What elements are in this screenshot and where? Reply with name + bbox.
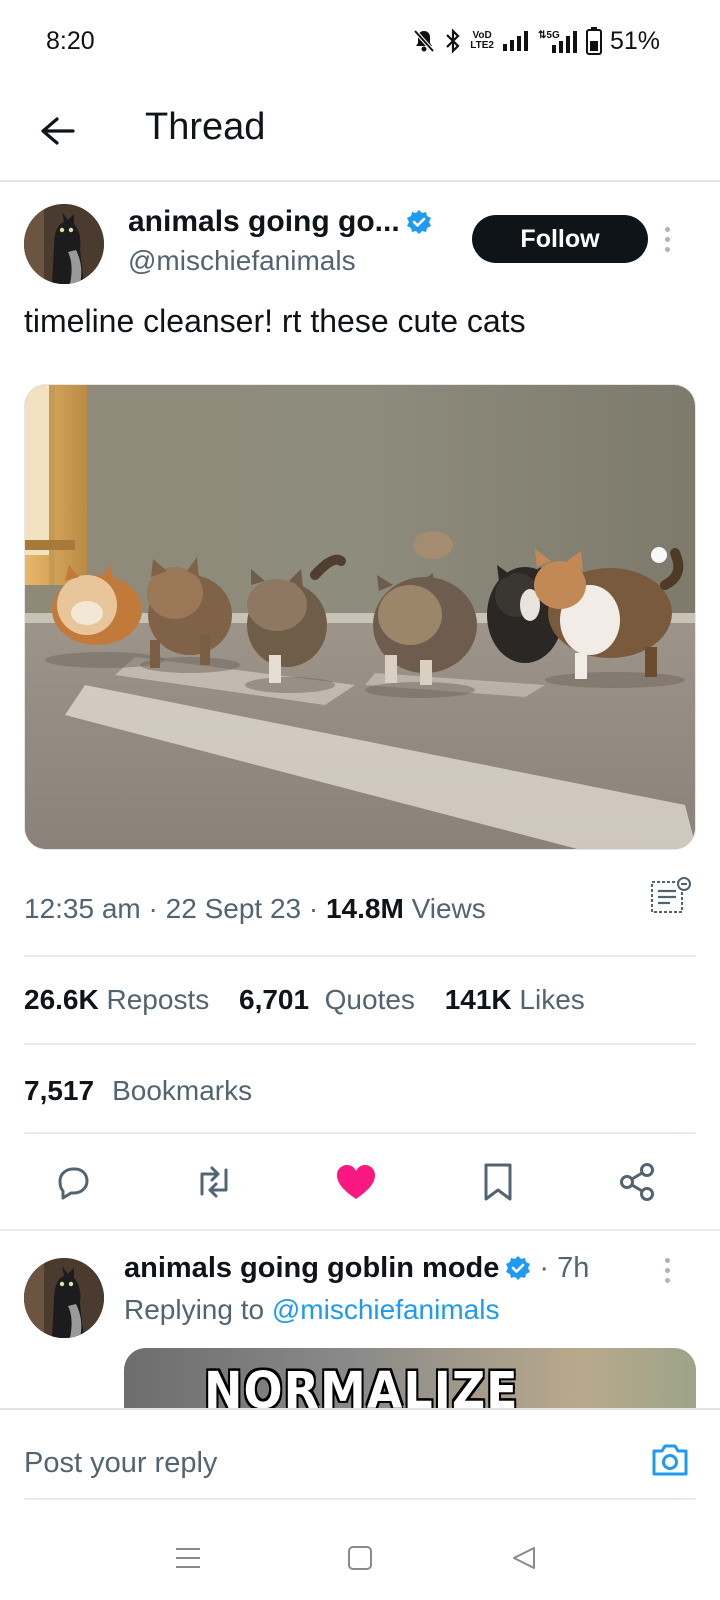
author-name-text: animals going go... <box>128 205 400 238</box>
reposts-label: Reposts <box>106 984 210 1015</box>
menu-icon <box>176 1548 200 1568</box>
signal-icon <box>502 30 530 52</box>
back-button[interactable] <box>32 106 82 156</box>
status-icons: VoD LTE2 ⇅5G 51% <box>412 24 660 58</box>
mute-bell-icon <box>412 28 436 54</box>
likes-count: 141K <box>444 984 512 1015</box>
svg-text:⇅5G: ⇅5G <box>538 30 560 41</box>
reply-time: · 7h <box>539 1252 590 1284</box>
more-dot <box>664 1267 670 1273</box>
post-image[interactable] <box>24 384 696 850</box>
5g-signal-icon: ⇅5G <box>538 28 578 54</box>
views-count: 14.8M <box>325 893 404 924</box>
bluetooth-icon <box>444 28 462 54</box>
quotes-stat[interactable]: 6,701 Quotes <box>239 984 415 1015</box>
author-avatar[interactable] <box>24 204 104 284</box>
divider <box>24 1043 696 1045</box>
thread-separator <box>0 1229 720 1231</box>
repost-button[interactable] <box>190 1158 238 1206</box>
nav-home-button[interactable] <box>340 1538 380 1578</box>
more-dot <box>664 1257 670 1263</box>
camera-button[interactable] <box>650 1442 690 1483</box>
divider <box>24 955 696 957</box>
reply-more-button[interactable] <box>652 1250 682 1290</box>
quotes-label: Quotes <box>324 984 415 1015</box>
bookmarks-count: 7,517 <box>24 1075 95 1106</box>
arrow-left-icon <box>41 117 75 145</box>
battery-percent: 51% <box>609 26 660 55</box>
reply-author-name[interactable]: animals going goblin mode · 7h <box>124 1252 589 1289</box>
nav-menu-button[interactable] <box>168 1538 208 1578</box>
repost-icon <box>200 1166 228 1198</box>
divider <box>24 1132 696 1134</box>
more-dot <box>664 236 670 242</box>
reply-button[interactable] <box>48 1158 96 1206</box>
page-title: Thread <box>145 106 266 148</box>
author-handle[interactable]: @mischiefanimals <box>128 245 356 277</box>
post-stats: 26.6K Reposts 6,701 Quotes 141K Likes <box>24 984 607 1016</box>
views-label: Views <box>411 893 486 924</box>
bookmark-button[interactable] <box>474 1158 522 1206</box>
volte-icon: VoD LTE2 <box>470 31 494 51</box>
nav-back-button[interactable] <box>504 1538 544 1578</box>
reply-input[interactable] <box>24 1438 604 1488</box>
reply-media[interactable]: NORMALIZE BEING A <box>124 1348 696 1408</box>
reply-time-value: 7h <box>557 1252 590 1284</box>
camera-icon <box>652 1444 688 1476</box>
more-dot <box>664 1277 670 1283</box>
verified-badge-icon <box>406 209 432 243</box>
reposts-count: 26.6K <box>24 984 99 1015</box>
verified-badge-icon <box>505 1255 531 1289</box>
reposts-stat[interactable]: 26.6K Reposts <box>24 984 209 1015</box>
bookmark-icon <box>484 1163 512 1201</box>
analytics-icon <box>651 877 691 913</box>
reply-icon <box>58 1167 89 1200</box>
likes-label: Likes <box>519 984 585 1015</box>
post-time: 12:35 am <box>24 893 141 924</box>
more-dot <box>664 226 670 232</box>
status-time: 8:20 <box>46 27 95 55</box>
post-date: 22 Sept 23 <box>165 893 302 924</box>
post-analytics-button[interactable] <box>650 876 694 925</box>
replying-prefix: Replying to <box>124 1294 265 1325</box>
home-square-icon <box>348 1546 372 1570</box>
volte-bottom-label: LTE2 <box>470 40 494 51</box>
bookmarks-stat[interactable]: 7,517 Bookmarks <box>24 1075 252 1107</box>
reply-author-avatar[interactable] <box>24 1258 104 1338</box>
share-button[interactable] <box>614 1158 662 1206</box>
battery-icon <box>585 27 602 55</box>
back-triangle-icon <box>513 1547 535 1569</box>
like-icon <box>337 1165 375 1199</box>
quotes-count: 6,701 <box>239 984 310 1015</box>
post-more-button[interactable] <box>652 219 682 259</box>
likes-stat[interactable]: 141K Likes <box>445 984 585 1015</box>
system-nav-bar <box>0 1510 720 1600</box>
meme-caption: NORMALIZE BEING A <box>204 1360 519 1408</box>
post-meta: 12:35 am · 22 Sept 23 · 14.8M Views <box>24 893 486 924</box>
like-button[interactable] <box>332 1158 380 1206</box>
thread-header: Thread <box>0 84 720 182</box>
author-name[interactable]: animals going go... <box>128 205 432 243</box>
reply-author-name-text: animals going goblin mode <box>124 1252 500 1284</box>
share-icon <box>620 1163 654 1201</box>
replying-handle-link[interactable]: @mischiefanimals <box>272 1294 500 1325</box>
replying-to: Replying to @mischiefanimals <box>124 1294 499 1326</box>
status-bar: 8:20 VoD LTE2 ⇅5G 51% <box>0 0 720 84</box>
post-text: timeline cleanser! rt these cute cats <box>24 303 526 339</box>
reply-underline <box>24 1498 696 1500</box>
follow-button[interactable]: Follow <box>472 215 648 263</box>
bookmarks-label: Bookmarks <box>112 1075 253 1106</box>
more-dot <box>664 246 670 252</box>
